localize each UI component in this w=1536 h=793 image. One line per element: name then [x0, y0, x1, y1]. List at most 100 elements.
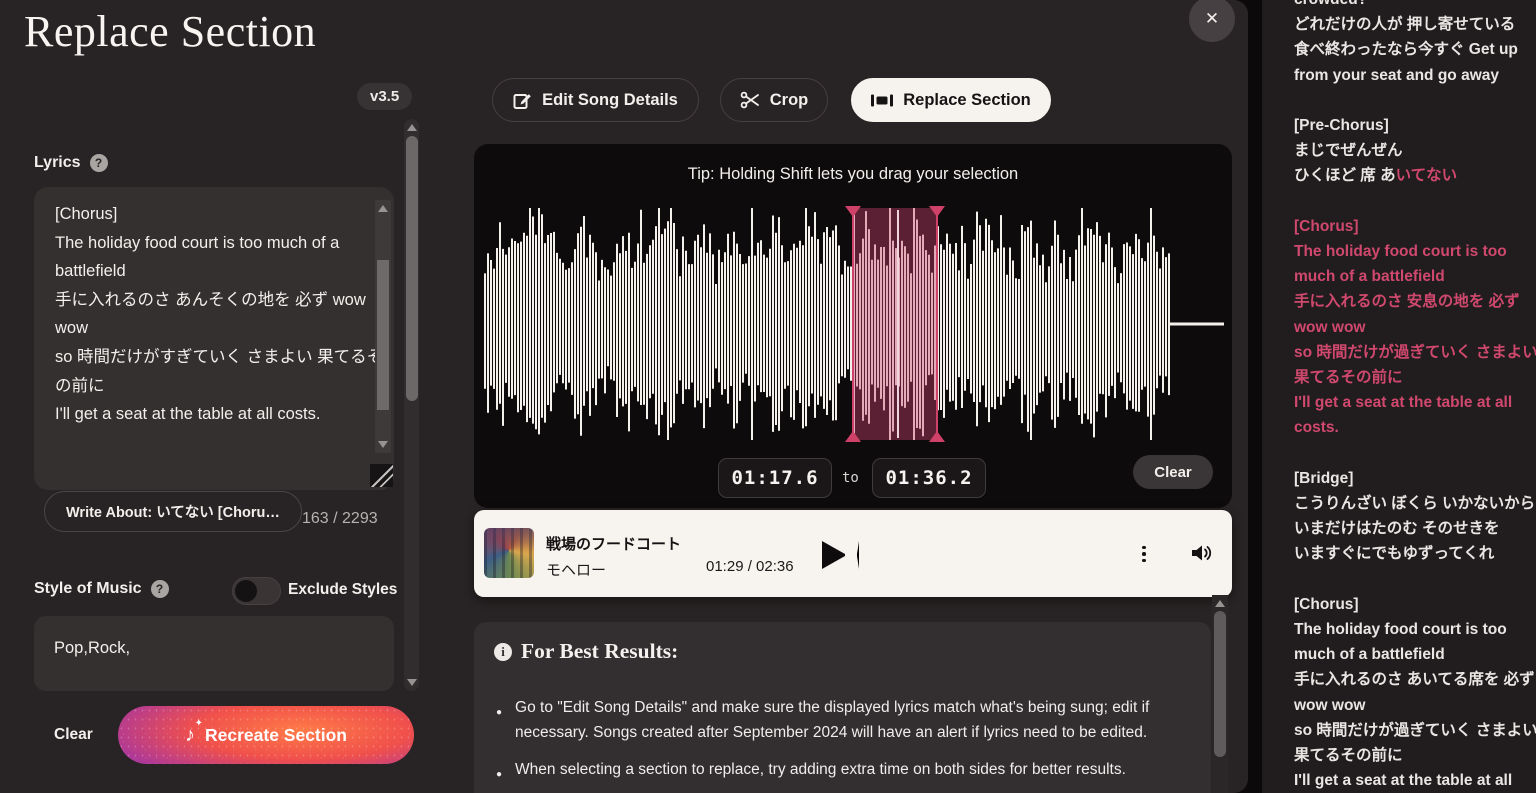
lyrics-line: The holiday food court is too much of a	[55, 229, 350, 258]
best-results-heading-row: i For Best Results:	[494, 639, 678, 664]
more-options-button[interactable]	[1136, 540, 1152, 568]
lyrics-line: [Chorus]	[55, 200, 350, 229]
resize-handle[interactable]	[370, 464, 393, 487]
best-results-list: ●Go to "Edit Song Details" and make sure…	[496, 696, 1186, 788]
help-icon[interactable]: ?	[90, 154, 108, 172]
close-button[interactable]: ✕	[1189, 0, 1235, 42]
char-counter: 163 / 2293	[302, 510, 378, 528]
lyric-line: 手に入れるのさ 安息の地を 必ず	[1294, 289, 1524, 314]
lyrics-label-row: Lyrics ?	[34, 154, 108, 172]
scrollbar-thumb[interactable]	[377, 260, 389, 410]
song-lyrics-panel[interactable]: crowded?どれだけの人が 押し寄せている食べ終わったなら今すぐ Get u…	[1262, 0, 1536, 793]
scroll-down-icon[interactable]	[407, 679, 417, 686]
recreate-section-button[interactable]: ♪ ✦ Recreate Section	[118, 706, 414, 764]
play-button[interactable]	[822, 541, 859, 569]
to-label: to	[842, 470, 859, 486]
scrollbar-thumb[interactable]	[1214, 611, 1226, 757]
track-artist: モヘロー	[546, 559, 606, 580]
scroll-down-icon[interactable]	[378, 441, 388, 448]
volume-icon	[1190, 542, 1214, 564]
recreate-label: Recreate Section	[205, 725, 347, 746]
playback-time: 01:29 / 02:36	[706, 558, 794, 575]
tab-crop[interactable]: Crop	[720, 78, 828, 122]
tab-edit-song-details[interactable]: Edit Song Details	[492, 78, 699, 122]
lyric-line: 果てるその前に	[1294, 365, 1524, 390]
selection-handle-icon[interactable]	[845, 431, 861, 442]
best-results-item: ●Go to "Edit Song Details" and make sure…	[496, 696, 1186, 745]
lyric-line: どれだけの人が 押し寄せている	[1294, 12, 1524, 37]
lyrics-label: Lyrics	[34, 154, 81, 172]
style-of-music-label: Style of Music	[34, 580, 142, 598]
edit-icon	[513, 91, 532, 110]
lyric-line: I'll get a seat at the table at all	[1294, 768, 1524, 793]
lyric-line: The holiday food court is too	[1294, 239, 1524, 264]
style-input[interactable]: Pop,Rock,	[34, 616, 394, 691]
lyrics-line: I'll get a seat at the table at all cost…	[55, 400, 350, 429]
lyric-line: I'll get a seat at the table at all	[1294, 390, 1524, 415]
lyric-line: [Chorus]	[1294, 214, 1524, 239]
style-value: Pop,Rock,	[54, 639, 130, 658]
lyric-line: The holiday food court is too	[1294, 617, 1524, 642]
lyrics-textarea-scrollbar[interactable]	[375, 200, 391, 453]
lyric-line: [Chorus]	[1294, 592, 1524, 617]
volume-button[interactable]	[1190, 542, 1214, 567]
content-scrollbar[interactable]	[1212, 595, 1228, 793]
end-time-input[interactable]: 01:36.2	[872, 458, 986, 498]
clear-selection-button[interactable]: Clear	[1133, 455, 1213, 489]
replace-section-dialog: Replace Section v3.5 Lyrics ? [Chorus]Th…	[0, 0, 1248, 793]
audio-player: 戦場のフードコート モヘロー 01:29 / 02:36	[474, 510, 1232, 597]
lyric-line: 果てるその前に	[1294, 743, 1524, 768]
waveform-tip: Tip: Holding Shift lets you drag your se…	[474, 165, 1232, 184]
lyric-line: いますぐにでもゆずってくれ	[1294, 541, 1524, 566]
sparkle-icon: ✦	[195, 719, 203, 729]
lyric-line: まじでぜんぜん	[1294, 138, 1524, 163]
best-results-panel: i For Best Results: ●Go to "Edit Song De…	[474, 622, 1211, 793]
lyric-line: いまだけはたのむ そのせきを	[1294, 516, 1524, 541]
exclude-styles-label: Exclude Styles	[288, 581, 397, 599]
info-icon: i	[494, 643, 512, 661]
lyric-line: costs.	[1294, 415, 1524, 440]
lyrics-textarea[interactable]: [Chorus]The holiday food court is too mu…	[34, 187, 394, 490]
tab-replace-section[interactable]: Replace Section	[851, 78, 1051, 122]
selection-handle-icon[interactable]	[929, 431, 945, 442]
scrollbar-thumb[interactable]	[406, 136, 418, 401]
scroll-up-icon[interactable]	[1215, 600, 1225, 607]
best-results-item: ●When selecting a section to replace, tr…	[496, 758, 1186, 788]
lyric-line: much of a battlefield	[1294, 264, 1524, 289]
start-time-input[interactable]: 01:17.6	[718, 458, 832, 498]
scroll-up-icon[interactable]	[378, 205, 388, 212]
lyric-line: so 時間だけが過ぎていく さまよい	[1294, 718, 1524, 743]
lyric-line: wow wow	[1294, 315, 1524, 340]
lyric-line	[1294, 567, 1524, 592]
write-about-button[interactable]: Write About: いてない [Choru…	[44, 491, 302, 532]
selection-handle-icon[interactable]	[929, 206, 945, 217]
selection-handle-icon[interactable]	[845, 206, 861, 217]
lyric-line: 食べ終わったなら今すぐ Get up	[1294, 37, 1524, 62]
help-icon[interactable]: ?	[151, 580, 169, 598]
kebab-icon	[1142, 546, 1146, 550]
lyric-line: 手に入れるのさ あいてる席を 必ず	[1294, 667, 1524, 692]
selection-region[interactable]	[852, 208, 938, 440]
exclude-styles-toggle[interactable]	[232, 577, 281, 605]
lyrics-line: battlefield	[55, 257, 350, 286]
scroll-up-icon[interactable]	[407, 124, 417, 131]
lyrics-line: 手に入れるのさ あんそくの地を 必ず wow	[55, 286, 350, 315]
lyric-line	[1294, 88, 1524, 113]
playhead	[897, 210, 899, 438]
lyric-line	[1294, 189, 1524, 214]
page-title: Replace Section	[24, 6, 316, 57]
lyrics-line: の前に	[55, 372, 350, 401]
waveform-panel: Tip: Holding Shift lets you drag your se…	[474, 144, 1232, 508]
lyrics-text: [Chorus]The holiday food court is too mu…	[55, 200, 350, 429]
lyric-line: much of a battlefield	[1294, 642, 1524, 667]
lyric-line: [Bridge]	[1294, 466, 1524, 491]
close-icon: ✕	[1205, 9, 1219, 29]
waveform[interactable]	[482, 208, 1226, 440]
lyric-line: so 時間だけが過ぎていく さまよい	[1294, 340, 1524, 365]
lyric-line: crowded?	[1294, 0, 1524, 12]
clear-button[interactable]: Clear	[48, 725, 99, 745]
best-results-heading: For Best Results:	[521, 639, 678, 664]
left-panel-scrollbar[interactable]	[404, 119, 419, 691]
lyrics-display: crowded?どれだけの人が 押し寄せている食べ終わったなら今すぐ Get u…	[1294, 0, 1524, 793]
lyric-line	[1294, 441, 1524, 466]
